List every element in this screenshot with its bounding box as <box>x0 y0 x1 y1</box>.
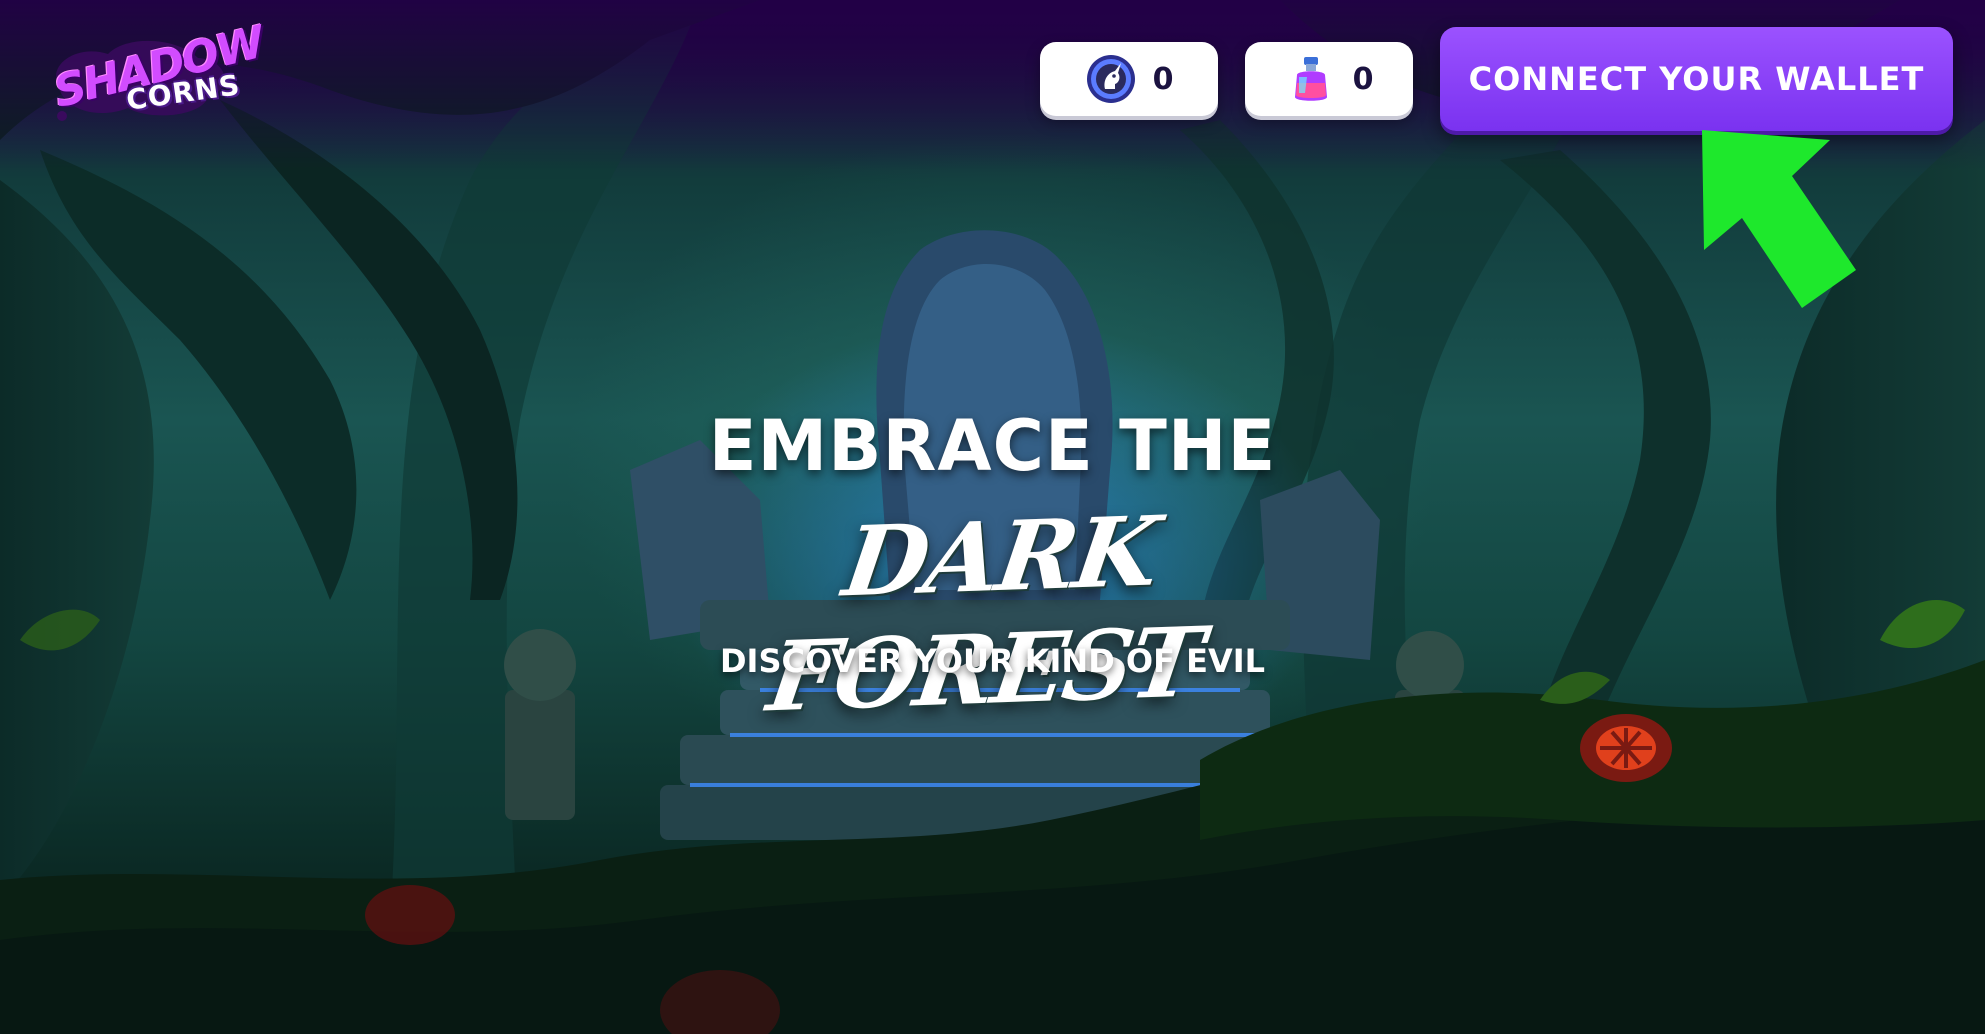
green-arrow-icon <box>1702 130 1856 308</box>
potion-balance[interactable]: 0 <box>1245 42 1413 116</box>
unicorn-token-value: 0 <box>1152 61 1174 97</box>
connect-wallet-button[interactable]: CONNECT YOUR WALLET <box>1440 27 1953 131</box>
shadowcorns-logo[interactable]: SHADOW CORNS <box>38 14 268 134</box>
hero-title: EMBRACE THE <box>708 405 1277 487</box>
potion-bottle-icon <box>1294 57 1327 101</box>
unicorn-token-balance[interactable]: 0 <box>1040 42 1218 116</box>
hero-title-dark-forest: DARK FOREST <box>761 494 1208 734</box>
hero-subtitle: DISCOVER YOUR KIND OF EVIL <box>719 642 1266 680</box>
landing-page: SHADOW CORNS 0 0 CONNECT YOUR WALLET EMB <box>0 0 1985 1034</box>
connect-wallet-label: CONNECT YOUR WALLET <box>1468 60 1925 98</box>
unicorn-token-icon <box>1086 55 1135 103</box>
potion-value: 0 <box>1352 61 1374 97</box>
